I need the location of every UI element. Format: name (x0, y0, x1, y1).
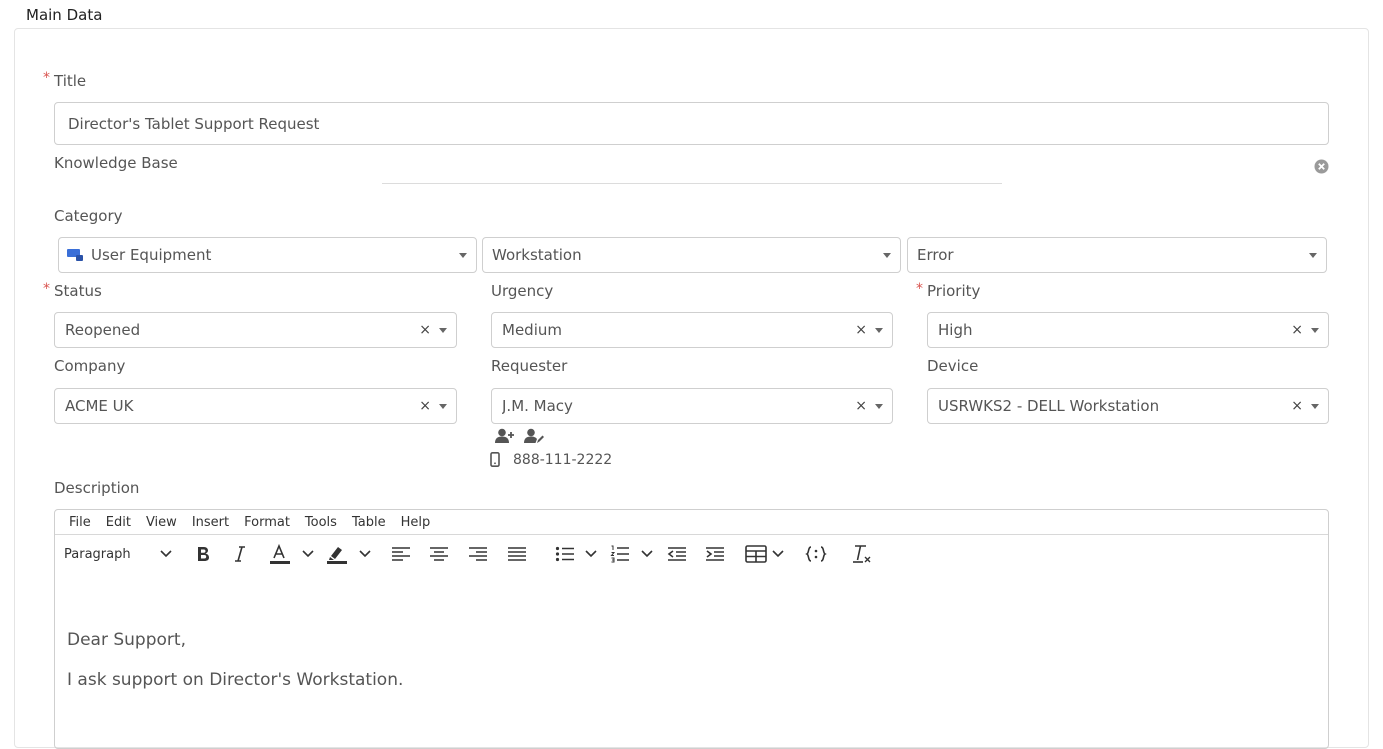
bold-icon[interactable] (195, 536, 211, 572)
device-label: Device (927, 357, 979, 375)
required-marker: * (43, 281, 50, 297)
menu-help[interactable]: Help (401, 515, 431, 530)
chevron-down-icon[interactable] (301, 536, 315, 572)
chevron-down-icon (439, 327, 447, 333)
chevron-down-icon[interactable] (640, 536, 654, 572)
chevron-down-icon (439, 403, 447, 409)
device-value: USRWKS2 - DELL Workstation (938, 397, 1160, 415)
user-equipment-icon (67, 248, 84, 262)
knowledge-base-input[interactable] (382, 183, 1002, 184)
menu-format[interactable]: Format (244, 515, 290, 530)
numbered-list-icon[interactable] (610, 536, 630, 572)
urgency-select[interactable]: Medium × (491, 312, 893, 348)
block-format-select[interactable]: Paragraph (64, 536, 131, 572)
category-level3-select[interactable]: Error (907, 237, 1327, 273)
device-select[interactable]: USRWKS2 - DELL Workstation × (927, 388, 1329, 424)
urgency-value: Medium (502, 321, 562, 339)
clear-icon[interactable]: × (855, 322, 867, 338)
phone-icon (490, 452, 500, 471)
clear-icon[interactable]: × (1291, 322, 1303, 338)
align-left-icon[interactable] (391, 536, 411, 572)
code-sample-icon[interactable] (805, 536, 827, 572)
table-icon[interactable] (745, 536, 767, 572)
status-value: Reopened (65, 321, 141, 339)
italic-icon[interactable] (233, 536, 247, 572)
category-label: Category (54, 207, 123, 225)
category-level2-select[interactable]: Workstation (482, 237, 901, 273)
highlight-color-icon[interactable] (325, 536, 347, 572)
chevron-down-icon (1311, 327, 1319, 333)
required-marker: * (916, 281, 923, 297)
clear-icon[interactable]: × (419, 398, 431, 414)
requester-select[interactable]: J.M. Macy × (491, 388, 893, 424)
menu-insert[interactable]: Insert (192, 515, 229, 530)
category-level2-value: Workstation (492, 246, 582, 264)
priority-value: High (938, 321, 973, 339)
align-center-icon[interactable] (429, 536, 449, 572)
chevron-down-icon[interactable] (771, 536, 785, 572)
clear-circle-icon[interactable] (1314, 159, 1329, 174)
company-label: Company (54, 357, 126, 375)
outdent-icon[interactable] (667, 536, 687, 572)
requester-phone: 888-111-2222 (513, 452, 613, 468)
status-select[interactable]: Reopened × (54, 312, 457, 348)
chevron-down-icon (875, 327, 883, 333)
priority-select[interactable]: High × (927, 312, 1329, 348)
category-level3-value: Error (917, 246, 954, 264)
menu-view[interactable]: View (146, 515, 177, 530)
clear-formatting-icon[interactable] (851, 536, 873, 572)
chevron-down-icon (1309, 252, 1317, 258)
requester-label: Requester (491, 357, 568, 375)
chevron-down-icon[interactable] (358, 536, 372, 572)
menu-table[interactable]: Table (352, 515, 386, 530)
urgency-label: Urgency (491, 282, 554, 300)
chevron-down-icon (459, 252, 467, 258)
block-format-value: Paragraph (64, 546, 131, 562)
description-label: Description (54, 479, 140, 497)
title-input-value: Director's Tablet Support Request (68, 114, 320, 133)
required-marker: * (43, 70, 50, 86)
requester-value: J.M. Macy (502, 397, 573, 415)
menu-tools[interactable]: Tools (305, 515, 337, 530)
chevron-down-icon (1311, 403, 1319, 409)
priority-label: Priority (927, 282, 981, 300)
company-value: ACME UK (65, 397, 134, 415)
section-title: Main Data (26, 6, 103, 24)
edit-user-icon[interactable] (524, 428, 544, 448)
menu-edit[interactable]: Edit (106, 515, 131, 530)
description-editor[interactable]: File Edit View Insert Format Tools Table… (54, 509, 1329, 749)
status-label: Status (54, 282, 102, 300)
chevron-down-icon (883, 252, 891, 258)
editor-content[interactable]: Dear Support, I ask support on Director'… (67, 630, 403, 710)
indent-icon[interactable] (705, 536, 725, 572)
bullet-list-icon[interactable] (555, 536, 575, 572)
chevron-down-icon[interactable] (584, 536, 598, 572)
clear-icon[interactable]: × (419, 322, 431, 338)
editor-menubar: File Edit View Insert Format Tools Table… (55, 510, 1328, 535)
company-select[interactable]: ACME UK × (54, 388, 457, 424)
menu-file[interactable]: File (69, 515, 91, 530)
clear-icon[interactable]: × (1291, 398, 1303, 414)
content-paragraph: Dear Support, (67, 630, 186, 650)
knowledge-base-label: Knowledge Base (54, 154, 178, 172)
align-right-icon[interactable] (468, 536, 488, 572)
title-input[interactable]: Director's Tablet Support Request (54, 102, 1329, 145)
clear-icon[interactable]: × (855, 398, 867, 414)
align-justify-icon[interactable] (507, 536, 527, 572)
chevron-down-icon (875, 403, 883, 409)
editor-toolbar: Paragraph (55, 536, 1328, 572)
category-level1-value: User Equipment (91, 246, 212, 264)
text-color-icon[interactable] (268, 536, 290, 572)
add-user-icon[interactable] (495, 428, 515, 448)
chevron-down-icon[interactable] (159, 536, 173, 572)
content-paragraph: I ask support on Director's Workstation. (67, 670, 404, 690)
title-label: Title (54, 72, 87, 90)
category-level1-select[interactable]: User Equipment (58, 237, 477, 273)
